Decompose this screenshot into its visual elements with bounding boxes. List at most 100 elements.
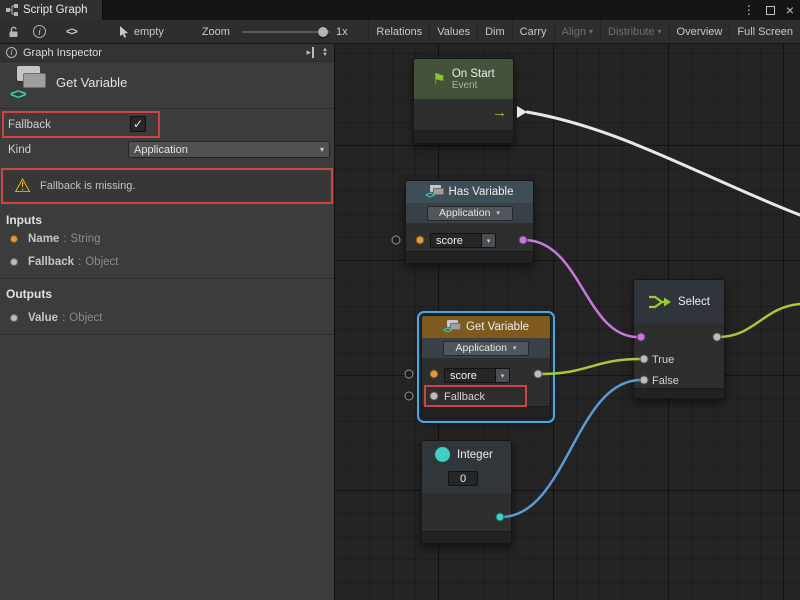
flag-icon: ⚑ bbox=[432, 72, 445, 87]
zoom-slider-knob[interactable] bbox=[318, 27, 328, 37]
node-on-start[interactable]: ⚑ On Start Event → bbox=[413, 58, 514, 144]
has-variable-kind-dropdown[interactable]: Application ▾ bbox=[427, 206, 513, 221]
align-label: Align bbox=[562, 26, 586, 38]
values-button[interactable]: Values bbox=[429, 20, 477, 44]
inspector-header: i Graph Inspector ▸ ▲ ▼ bbox=[0, 44, 334, 62]
has-variable-output-port[interactable] bbox=[519, 236, 528, 245]
wire-get-variable-to-select-true[interactable] bbox=[539, 359, 641, 374]
wire-select-output[interactable] bbox=[718, 304, 800, 337]
integer-output-port[interactable] bbox=[496, 513, 505, 522]
dim-button[interactable]: Dim bbox=[477, 20, 512, 44]
flow-output-port[interactable]: → bbox=[492, 105, 507, 120]
has-variable-name-dropdown[interactable]: ▾ bbox=[482, 233, 496, 248]
kind-row: Application ▾ bbox=[406, 203, 533, 223]
zoom-slider-track[interactable] bbox=[242, 31, 330, 33]
port-type: Object bbox=[85, 256, 118, 268]
chevron-down-icon: ▾ bbox=[589, 27, 593, 36]
true-port-label: True bbox=[652, 354, 674, 366]
object-port-dot bbox=[10, 258, 18, 266]
unit-title: Get Variable bbox=[56, 75, 127, 90]
input-row-name: Name : String bbox=[0, 232, 334, 246]
divider bbox=[0, 334, 334, 335]
info-icon: i bbox=[6, 47, 17, 58]
separator: : bbox=[63, 233, 66, 245]
node-footer bbox=[406, 251, 533, 263]
variable-icon: <> bbox=[443, 320, 460, 335]
get-variable-unconnected-fallback-port[interactable] bbox=[405, 392, 414, 401]
node-title: Has Variable bbox=[449, 186, 514, 198]
select-output-port[interactable] bbox=[713, 333, 722, 342]
zoom-slider[interactable] bbox=[242, 20, 330, 44]
kind-value: Application bbox=[134, 144, 188, 156]
node-has-variable[interactable]: <> Has Variable Application ▾ score ▾ bbox=[405, 180, 534, 264]
select-condition-port[interactable] bbox=[637, 333, 646, 342]
select-false-port[interactable] bbox=[640, 376, 649, 385]
full-screen-button[interactable]: Full Screen bbox=[729, 20, 800, 44]
overview-button[interactable]: Overview bbox=[669, 20, 730, 44]
node-footer bbox=[422, 531, 511, 543]
port-name: Name bbox=[28, 233, 59, 245]
relations-button[interactable]: Relations bbox=[368, 20, 429, 44]
menu-icon[interactable]: ⋮ bbox=[743, 3, 755, 17]
get-variable-name-field[interactable]: score bbox=[444, 368, 496, 383]
chevron-down-icon: ▾ bbox=[487, 237, 491, 245]
scroll-buttons: ▲ ▼ bbox=[322, 48, 328, 58]
unit-title-block: <> Get Variable bbox=[0, 62, 334, 108]
has-variable-name-port[interactable] bbox=[416, 236, 425, 245]
close-icon[interactable]: × bbox=[786, 2, 794, 18]
kind-field-row: Kind Application ▾ bbox=[0, 139, 334, 161]
false-port-label: False bbox=[652, 375, 679, 387]
dock-icon[interactable]: ▸ bbox=[307, 47, 315, 58]
integer-value: 0 bbox=[460, 473, 466, 485]
get-variable-unconnected-name-port[interactable] bbox=[405, 370, 414, 379]
node-subtitle: Event bbox=[452, 80, 495, 91]
node-integer[interactable]: Integer 0 bbox=[421, 440, 512, 544]
integer-value-field[interactable]: 0 bbox=[448, 471, 478, 486]
node-footer bbox=[422, 406, 550, 418]
scroll-down-icon[interactable]: ▼ bbox=[322, 53, 328, 58]
has-variable-unconnected-input-port[interactable] bbox=[392, 236, 401, 245]
select-icon bbox=[648, 294, 672, 310]
graph-inspector-panel: i Graph Inspector ▸ ▲ ▼ <> Get Variable … bbox=[0, 44, 335, 600]
node-footer bbox=[414, 130, 513, 143]
code-view-icon[interactable]: <> bbox=[66, 20, 77, 44]
carry-button[interactable]: Carry bbox=[512, 20, 554, 44]
code-icon: <> bbox=[426, 190, 435, 200]
object-port-dot bbox=[10, 314, 18, 322]
get-variable-fallback-port[interactable] bbox=[430, 392, 439, 401]
maximize-icon[interactable] bbox=[766, 6, 775, 15]
info-icon[interactable]: i bbox=[33, 25, 46, 38]
select-true-port[interactable] bbox=[640, 355, 649, 364]
chevron-down-icon: ▾ bbox=[513, 344, 517, 352]
variable-name-value: score bbox=[450, 370, 477, 382]
code-icon: <> bbox=[10, 86, 26, 103]
get-variable-name-port[interactable] bbox=[430, 370, 439, 379]
graph-icon bbox=[6, 4, 18, 16]
lock-icon[interactable] bbox=[8, 20, 19, 44]
get-variable-value-port[interactable] bbox=[534, 370, 543, 379]
fallback-field-label: Fallback bbox=[8, 119, 51, 131]
tab-script-graph[interactable]: Script Graph bbox=[0, 0, 103, 20]
tab-title: Script Graph bbox=[23, 4, 88, 16]
input-row-fallback: Fallback : Object bbox=[0, 255, 334, 269]
inspector-title: Graph Inspector bbox=[23, 47, 102, 59]
script-graph-window: Script Graph ⋮ × i <> empty Zoom 1x bbox=[0, 0, 800, 600]
separator: : bbox=[78, 256, 81, 268]
node-get-variable[interactable]: <> Get Variable Application ▾ score ▾ Fa… bbox=[421, 315, 551, 419]
get-variable-kind-dropdown[interactable]: Application ▾ bbox=[443, 341, 529, 356]
graph-canvas[interactable]: ⚑ On Start Event → <> Has Variable bbox=[335, 44, 800, 600]
toolbar: i <> empty Zoom 1x Relations Values Dim … bbox=[0, 20, 800, 44]
has-variable-name-field[interactable]: score bbox=[430, 233, 482, 248]
wire-on-start-flow[interactable] bbox=[527, 112, 800, 215]
kind-value: Application bbox=[439, 207, 490, 219]
get-variable-name-dropdown[interactable]: ▾ bbox=[496, 368, 510, 383]
string-port-dot bbox=[10, 235, 18, 243]
distribute-label: Distribute bbox=[608, 26, 654, 38]
flow-connection-arrow bbox=[517, 106, 527, 118]
pointer-icon bbox=[119, 20, 129, 44]
kind-dropdown[interactable]: Application ▾ bbox=[128, 141, 330, 158]
distribute-button[interactable]: Distribute ▾ bbox=[600, 20, 668, 44]
window-controls: ⋮ × bbox=[743, 0, 794, 20]
fallback-checkbox[interactable]: ✓ bbox=[130, 116, 146, 132]
align-button[interactable]: Align ▾ bbox=[554, 20, 600, 44]
